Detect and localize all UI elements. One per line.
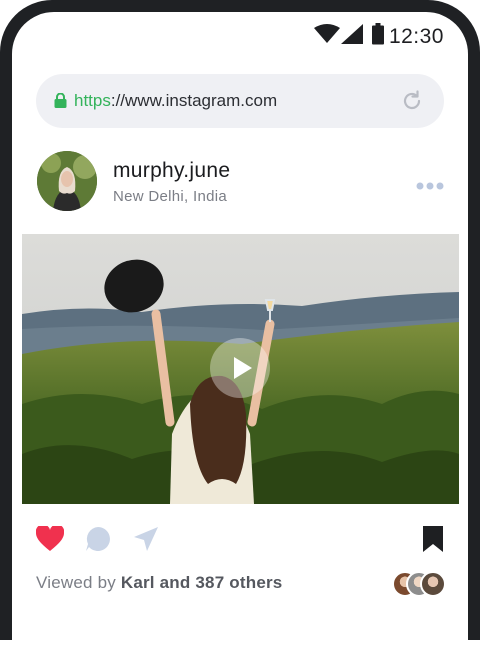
like-heart-icon[interactable] — [35, 524, 65, 557]
play-button[interactable] — [210, 338, 270, 398]
status-bar: 12:30 — [12, 12, 468, 58]
comment-icon[interactable] — [85, 526, 111, 557]
status-time: 12:30 — [388, 25, 444, 48]
play-icon — [234, 357, 252, 379]
viewed-by-names: Karl and 387 others — [120, 573, 283, 592]
username[interactable]: murphy.june — [113, 159, 230, 183]
more-options-icon[interactable] — [416, 177, 444, 195]
reload-icon[interactable] — [400, 89, 424, 118]
url-text[interactable]: https://www.instagram.com — [74, 91, 277, 111]
location[interactable]: New Delhi, India — [113, 188, 227, 205]
viewed-by-text[interactable]: Viewed by Karl and 387 others — [36, 573, 282, 593]
bookmark-icon[interactable] — [423, 526, 443, 557]
viewer-avatar — [420, 571, 446, 597]
lock-icon — [54, 92, 67, 113]
viewer-avatars[interactable] — [392, 571, 452, 597]
viewed-by-prefix: Viewed by — [36, 573, 121, 592]
signal-icon — [341, 24, 363, 49]
url-domain: ://www.instagram.com — [110, 91, 278, 110]
url-bar[interactable]: https://www.instagram.com — [36, 74, 444, 128]
screen: 12:30 https://www.instagram.com murphy.j… — [12, 12, 468, 652]
wifi-icon — [314, 24, 340, 49]
phone-frame: 12:30 https://www.instagram.com murphy.j… — [0, 0, 480, 652]
battery-icon — [372, 23, 384, 50]
url-scheme: https — [74, 91, 111, 110]
avatar[interactable] — [37, 151, 97, 211]
share-send-icon[interactable] — [133, 526, 159, 557]
post-video[interactable] — [22, 234, 459, 504]
